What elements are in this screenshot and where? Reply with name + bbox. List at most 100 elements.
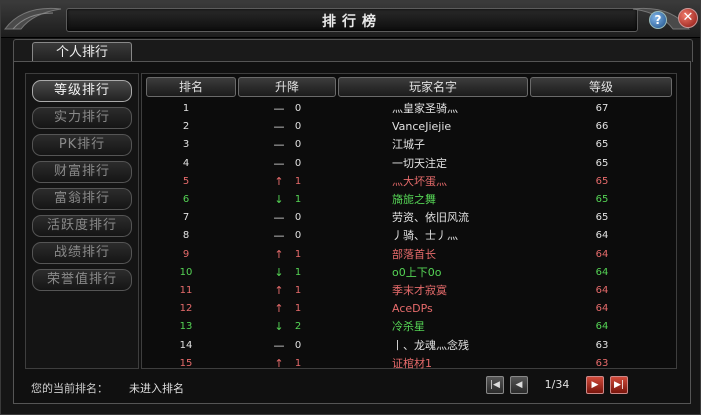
help-icon[interactable]: ? [649, 11, 667, 29]
sidebar-item-level[interactable]: 等级排行 [32, 80, 132, 102]
change-cell: 1 [294, 175, 302, 187]
change-arrow-icon: ↑ [274, 284, 284, 297]
rank-cell: 11 [179, 285, 193, 296]
first-page-icon[interactable]: |◀ [486, 376, 504, 394]
sidebar-item-honor[interactable]: 荣誉值排行 [32, 269, 132, 291]
table-row[interactable]: 7—0 劳资、依旧风流 65 [142, 209, 676, 227]
change-arrow-icon: ↑ [274, 247, 284, 261]
change-arrow-icon: ↑ [274, 174, 284, 188]
change-cell: 0 [294, 157, 302, 169]
last-page-icon[interactable]: ▶| [610, 376, 628, 394]
level-cell: 65 [595, 212, 609, 224]
rank-cell: 12 [179, 303, 193, 315]
window-title: 排行榜 [322, 14, 382, 30]
change-arrow-icon: — [273, 156, 285, 170]
level-cell: 64 [595, 266, 609, 278]
rank-cell: 14 [179, 339, 193, 351]
sidebar-item-rich[interactable]: 富翁排行 [32, 188, 132, 210]
current-rank-value: 未进入排名 [129, 382, 184, 395]
change-arrow-icon: — [273, 338, 285, 352]
ranking-category-sidebar: 等级排行 实力排行 PK排行 财富排行 富翁排行 活跃度排行 战绩排行 荣誉值排… [25, 73, 139, 369]
change-cell: 0 [294, 212, 302, 224]
table-row[interactable]: 12 ↑ 1 AceDPs 64 [142, 300, 676, 318]
sidebar-item-activity[interactable]: 活跃度排行 [32, 215, 132, 237]
change-arrow-icon: ↑ [274, 302, 284, 316]
sidebar-item-pk[interactable]: PK排行 [32, 134, 132, 156]
level-cell: 64 [595, 321, 609, 333]
change-arrow-icon: — [273, 229, 285, 243]
level-cell: 64 [595, 230, 609, 242]
rank-cell: 9 [182, 248, 190, 260]
level-cell: 65 [595, 175, 609, 187]
title-plate: 排行榜 [66, 8, 638, 32]
change-arrow-icon: — [273, 120, 285, 134]
table-row[interactable]: 13 ↓ 2 冷杀星 64 [142, 318, 676, 336]
rank-cell: 5 [182, 175, 190, 187]
change-cell: 0 [294, 339, 302, 351]
rank-cell: 13 [179, 321, 193, 333]
level-cell: 65 [595, 139, 609, 151]
ranking-table: 排名 升降 玩家名字 等级 1—0 灬皇家圣骑灬 67 2—0 VanceJiejie 6… [141, 73, 677, 370]
change-arrow-icon: ↓ [274, 320, 284, 334]
change-cell: 1 [294, 285, 302, 296]
table-row[interactable]: 9 ↑ 1 部落首长 64 [142, 246, 676, 264]
change-cell: 0 [294, 103, 302, 114]
column-header-level[interactable]: 等级 [530, 77, 672, 97]
table-row[interactable]: 6 ↓ 1 旖旎之舞 65 [142, 191, 676, 209]
rank-cell: 7 [182, 212, 190, 224]
column-header-rank[interactable]: 排名 [146, 77, 236, 97]
rank-cell: 15 [179, 357, 193, 369]
current-rank-label: 您的当前排名： [31, 382, 108, 395]
change-arrow-icon: — [273, 102, 285, 115]
rank-cell: 6 [182, 194, 190, 205]
change-cell: 1 [294, 303, 302, 315]
change-arrow-icon: ↑ [274, 356, 284, 370]
prev-page-icon[interactable]: ◀ [510, 376, 528, 394]
change-cell: 0 [294, 121, 302, 133]
change-arrow-icon: ↓ [274, 265, 284, 279]
sidebar-item-battle[interactable]: 战绩排行 [32, 242, 132, 264]
close-icon[interactable]: ✕ [678, 8, 698, 28]
column-header-name[interactable]: 玩家名字 [338, 77, 528, 97]
tab-personal-ranking[interactable]: 个人排行 [32, 42, 132, 63]
change-arrow-icon: ↓ [274, 193, 284, 206]
level-cell: 66 [595, 121, 609, 133]
rank-cell: 8 [182, 230, 190, 242]
table-row[interactable]: 3—0 江城子 65 [142, 136, 676, 154]
level-cell: 67 [595, 103, 609, 114]
sidebar-item-strength[interactable]: 实力排行 [32, 107, 132, 129]
level-cell: 65 [595, 194, 609, 205]
tab-bar: 个人排行 [13, 39, 693, 63]
change-cell: 0 [294, 230, 302, 242]
sidebar-item-wealth[interactable]: 财富排行 [32, 161, 132, 183]
table-row[interactable]: 11 ↑ 1 季末才寂寞 64 [142, 282, 676, 300]
table-row[interactable]: 15 ↑ 1 证棺材1 63 [142, 355, 676, 373]
change-arrow-icon: — [273, 138, 285, 152]
title-bar[interactable]: 排行榜 ? ✕ [1, 1, 700, 38]
change-arrow-icon: — [273, 211, 285, 225]
table-row[interactable]: 10 ↓ 1 o0上下0o 64 [142, 264, 676, 282]
next-page-icon[interactable]: ▶ [586, 376, 604, 394]
table-row[interactable]: 1—0 灬皇家圣骑灬 67 [142, 100, 676, 118]
rank-cell: 10 [179, 266, 193, 278]
change-cell: 2 [294, 321, 302, 333]
table-row[interactable]: 5 ↑ 1 灬大坏蛋灬 65 [142, 173, 676, 191]
level-cell: 64 [595, 248, 609, 260]
rank-cell: 1 [182, 103, 190, 114]
table-row[interactable]: 14—0 丨、龙魂灬念残 63 [142, 337, 676, 355]
table-row[interactable]: 2—0 VanceJiejie 66 [142, 118, 676, 136]
change-cell: 1 [294, 266, 302, 278]
ranking-window: 排行榜 ? ✕ 个人排行 等级排行 实力排行 PK排行 财富排行 富翁排行 活跃… [0, 0, 701, 415]
level-cell: 65 [595, 157, 609, 169]
column-header-change[interactable]: 升降 [238, 77, 336, 97]
table-row[interactable]: 8—0 丿骑、士丿灬 64 [142, 227, 676, 245]
page-indicator: 1/34 [544, 378, 570, 391]
change-cell: 0 [294, 139, 302, 151]
level-cell: 64 [595, 303, 609, 315]
level-cell: 63 [595, 339, 609, 351]
rank-cell: 4 [182, 157, 190, 169]
change-cell: 1 [294, 357, 302, 369]
rank-cell: 2 [182, 121, 190, 133]
table-row[interactable]: 4—0 一切天注定 65 [142, 155, 676, 173]
rank-cell: 3 [182, 139, 190, 151]
